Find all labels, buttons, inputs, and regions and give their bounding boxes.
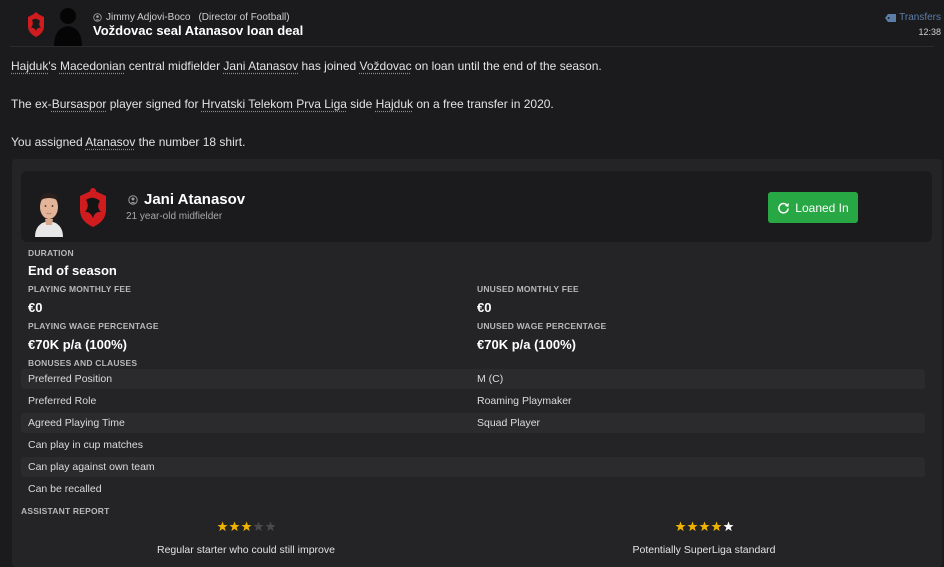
clause-value[interactable]: Roaming Playmaker: [477, 395, 572, 407]
clause-row: Agreed Playing Time Squad Player: [21, 413, 925, 433]
text-segment: on loan until the end of the season.: [411, 59, 602, 73]
clause-value: M (C): [477, 373, 504, 385]
unused-wage-label: UNUSED WAGE PERCENTAGE: [477, 321, 607, 331]
text-segment: player signed for: [106, 97, 202, 111]
assistant-report-label: ASSISTANT REPORT: [21, 506, 110, 516]
star-icon: [686, 521, 698, 532]
star-icon: [698, 521, 710, 532]
person-icon: [93, 13, 102, 22]
nationality-link[interactable]: Macedonian: [60, 59, 125, 73]
loaned-in-label: Loaned In: [795, 200, 849, 215]
clause-key: Preferred Role: [28, 395, 97, 407]
news-paragraph-1: Hajduk's Macedonian central midfielder J…: [11, 59, 602, 73]
refresh-icon: [778, 202, 790, 214]
player-link[interactable]: Atanasov: [85, 135, 135, 149]
clause-key: Can be recalled: [28, 483, 102, 495]
clause-key: Can play against own team: [28, 461, 155, 473]
text-segment: central midfielder: [125, 59, 224, 73]
text-segment: You assigned: [11, 135, 86, 149]
clause-key: Can play in cup matches: [28, 439, 143, 451]
club-badge-icon[interactable]: [77, 187, 109, 229]
message-headline: Voždovac seal Atanasov loan deal: [93, 23, 304, 38]
sender-line: Jimmy Adjovi-Boco (Director of Football): [93, 12, 290, 23]
loaned-in-button[interactable]: Loaned In: [768, 192, 858, 223]
duration-label: DURATION: [28, 248, 74, 258]
playing-wage-value: €70K p/a (100%): [28, 337, 127, 352]
club-link-hajduk[interactable]: Hajduk: [376, 97, 413, 111]
current-ability-stars: [126, 521, 366, 533]
text-segment: side: [346, 97, 376, 111]
text-segment: The ex-: [11, 97, 52, 111]
unused-fee-label: UNUSED MONTHLY FEE: [477, 284, 579, 294]
player-name-text: Jani Atanasov: [144, 191, 246, 208]
player-description: 21 year-old midfielder: [126, 211, 223, 222]
star-icon: [264, 521, 276, 532]
message-time: 12:38: [918, 27, 941, 37]
clause-row: Preferred Role Roaming Playmaker: [21, 391, 925, 411]
club-link-bursaspor[interactable]: Bursaspor: [52, 97, 107, 111]
player-name[interactable]: Jani Atanasov: [128, 191, 245, 208]
tag-icon: [885, 13, 897, 22]
text-segment: on a free transfer in 2020.: [413, 97, 554, 111]
sender-name[interactable]: Jimmy Adjovi-Boco: [106, 12, 190, 23]
star-icon: [240, 521, 252, 532]
header-divider: [10, 46, 934, 47]
clause-row: Can be recalled: [21, 479, 925, 499]
club-link-vozdovac[interactable]: Voždovac: [360, 59, 412, 73]
unused-wage-value: €70K p/a (100%): [477, 337, 576, 352]
star-icon: [674, 521, 686, 532]
potential-ability-stars: [584, 521, 824, 533]
unused-fee-value: €0: [477, 300, 492, 315]
category-link[interactable]: Transfers: [885, 12, 941, 23]
text-segment: 's: [48, 59, 60, 73]
sender-avatar-icon: [54, 8, 82, 46]
star-icon: [216, 521, 228, 532]
text-segment: the number 18 shirt.: [135, 135, 246, 149]
player-photo[interactable]: [31, 183, 67, 237]
text-segment: has joined: [298, 59, 360, 73]
club-link-hajduk[interactable]: Hajduk: [11, 59, 48, 73]
duration-value: End of season: [28, 263, 117, 278]
clause-key: Agreed Playing Time: [28, 417, 125, 429]
news-paragraph-2: The ex-Bursaspor player signed for Hrvat…: [11, 97, 554, 111]
news-paragraph-3: You assigned Atanasov the number 18 shir…: [11, 135, 245, 149]
star-icon: [710, 521, 722, 532]
playing-fee-value: €0: [28, 300, 43, 315]
clause-row: Can play in cup matches: [21, 435, 925, 455]
sender-role: (Director of Football): [198, 12, 290, 23]
clause-row: Preferred Position M (C): [21, 369, 925, 389]
playing-wage-label: PLAYING WAGE PERCENTAGE: [28, 321, 159, 331]
current-ability-report: Regular starter who could still improve: [126, 521, 366, 556]
star-icon: [252, 521, 264, 532]
club-badge-icon[interactable]: [26, 12, 46, 38]
clause-key: Preferred Position: [28, 373, 113, 385]
current-ability-text: Regular starter who could still improve: [157, 544, 335, 556]
league-link[interactable]: Hrvatski Telekom Prva Liga: [202, 97, 347, 111]
star-icon: [722, 521, 734, 532]
potential-ability-text: Potentially SuperLiga standard: [632, 544, 776, 556]
player-link[interactable]: Jani Atanasov: [223, 59, 298, 73]
playing-fee-label: PLAYING MONTHLY FEE: [28, 284, 132, 294]
bonuses-label: BONUSES AND CLAUSES: [28, 358, 138, 368]
category-label: Transfers: [899, 12, 941, 23]
clause-value: Squad Player: [477, 417, 541, 429]
potential-ability-report: Potentially SuperLiga standard: [584, 521, 824, 556]
message-header: Jimmy Adjovi-Boco (Director of Football)…: [0, 0, 944, 48]
star-icon: [228, 521, 240, 532]
clause-row: Can play against own team: [21, 457, 925, 477]
person-icon: [128, 194, 138, 205]
